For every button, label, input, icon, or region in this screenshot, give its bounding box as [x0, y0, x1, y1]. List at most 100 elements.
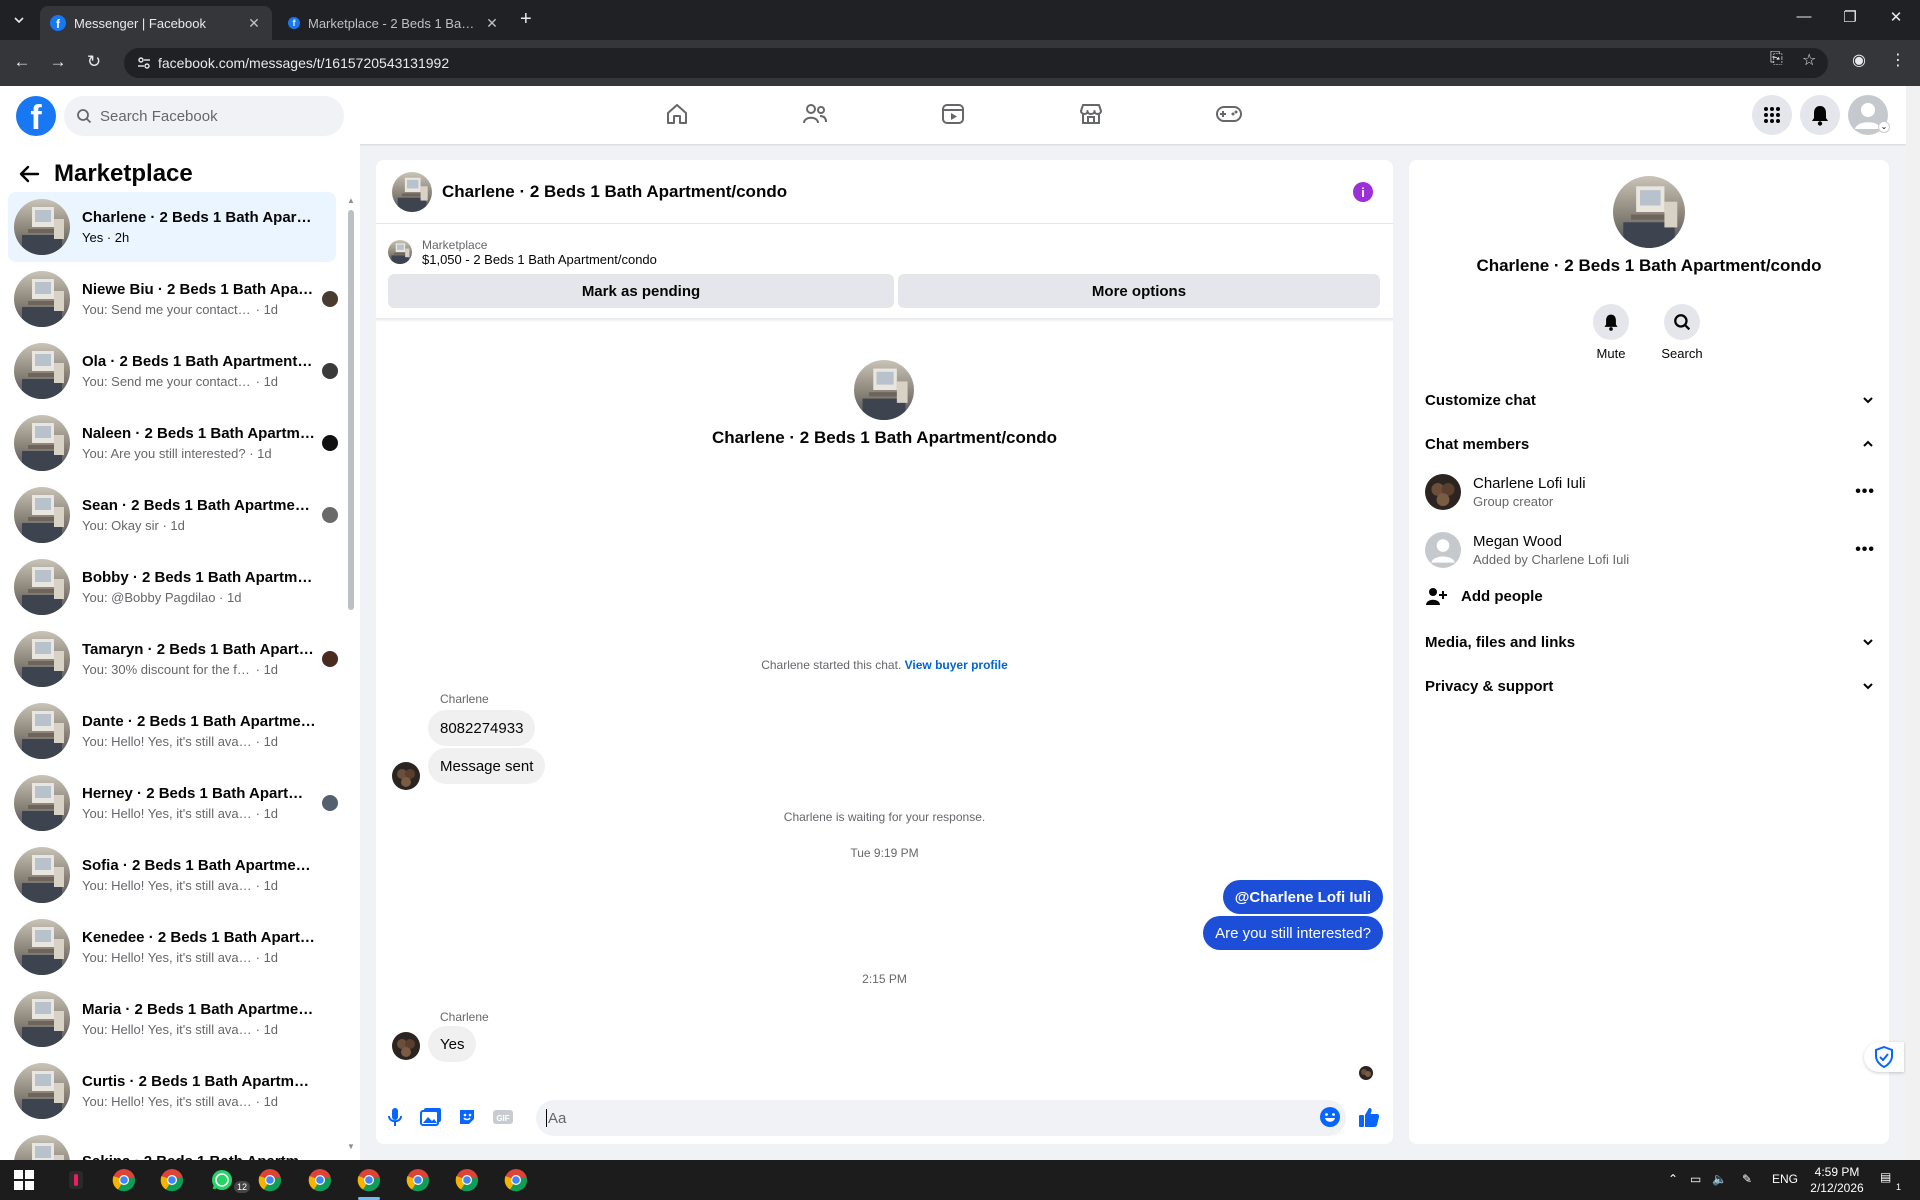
chat-member-row[interactable]: Megan Wood Added by Charlene Lofi Iuli •… [1425, 526, 1875, 574]
conversation-item[interactable]: Dante · 2 Beds 1 Bath Apartment/condo You… [8, 696, 336, 766]
add-people-button[interactable]: Add people [1425, 586, 1543, 606]
more-options-button[interactable]: More options [898, 274, 1380, 308]
message-input[interactable]: Aa [536, 1100, 1346, 1136]
more-dots-icon[interactable]: ••• [1855, 541, 1875, 559]
like-button[interactable] [1358, 1106, 1380, 1128]
mark-as-pending-button[interactable]: Mark as pending [388, 274, 894, 308]
pen-icon[interactable]: ✎ [1742, 1172, 1752, 1186]
conversation-avatar [14, 1135, 70, 1160]
view-buyer-profile-link[interactable]: View buyer profile [905, 658, 1008, 672]
new-tab-button[interactable]: + [520, 9, 532, 29]
conversation-item[interactable]: Bobby · 2 Beds 1 Bath Apartment/condo You… [8, 552, 336, 622]
conversation-item[interactable]: Tamaryn · 2 Beds 1 Bath Apartment/condo Y… [8, 624, 338, 694]
media-files-links-section[interactable]: Media, files and links [1425, 626, 1875, 658]
privacy-shield-button[interactable] [1864, 1042, 1904, 1072]
privacy-support-section[interactable]: Privacy & support [1425, 670, 1875, 702]
chrome-icon[interactable] [112, 1168, 136, 1192]
forward-arrow-icon[interactable]: → [47, 52, 69, 72]
attach-photo-button[interactable] [420, 1106, 442, 1128]
close-tab-icon[interactable]: ✕ [246, 15, 262, 32]
charlene-avatar[interactable] [392, 762, 420, 790]
incoming-message[interactable]: Message sent [428, 748, 546, 784]
chat-member-row[interactable]: Charlene Lofi Iuli Group creator ••• [1425, 468, 1875, 516]
chrome-icon[interactable] [357, 1168, 381, 1192]
conversation-item[interactable]: Sean · 2 Beds 1 Bath Apartment/condo You:… [8, 480, 338, 550]
tab-search-button[interactable] [6, 7, 32, 33]
taskbar-clock[interactable]: 4:59 PM 2/12/2026 [1802, 1164, 1872, 1196]
conversation-item[interactable]: Sakina · 2 Beds 1 Bath Apartment/condo [8, 1128, 336, 1160]
profile-icon[interactable]: ◉ [1852, 50, 1866, 70]
mute-button[interactable]: Mute [1576, 304, 1646, 361]
conversation-item[interactable]: Charlene · 2 Beds 1 Bath Apartment/condo… [8, 192, 336, 262]
restore-icon[interactable]: ❐ [1838, 8, 1862, 26]
search-in-chat-button[interactable]: Search [1647, 304, 1717, 361]
chat-members-section[interactable]: Chat members [1425, 428, 1875, 460]
conversation-item[interactable]: Herney · 2 Beds 1 Bath Apartment/condo Yo… [8, 768, 338, 838]
language-indicator[interactable]: ENG [1772, 1172, 1798, 1186]
chrome-icon[interactable] [308, 1168, 332, 1192]
sidebar-scrollbar[interactable] [348, 210, 354, 610]
minimize-icon[interactable]: — [1792, 8, 1816, 25]
menu-button[interactable] [1752, 95, 1792, 135]
video-nav-button[interactable] [938, 99, 968, 129]
site-settings-icon[interactable] [136, 55, 152, 71]
conversation-item[interactable]: Niewe Biu · 2 Beds 1 Bath Apartment/cond… [8, 264, 338, 334]
conversation-item[interactable]: Naleen · 2 Beds 1 Bath Apartment/condo Yo… [8, 408, 338, 478]
back-arrow-icon[interactable]: ← [11, 52, 33, 72]
marketplace-nav-button[interactable] [1076, 99, 1106, 129]
notifications-button[interactable] [1800, 95, 1840, 135]
account-chevron-icon[interactable]: ⌄ [1878, 121, 1890, 133]
conversation-item[interactable]: Sofia · 2 Beds 1 Bath Apartment/condo You… [8, 840, 336, 910]
volume-icon[interactable]: 🔈 [1712, 1172, 1727, 1186]
back-arrow-icon[interactable] [18, 163, 40, 185]
notification-center-icon[interactable]: ▤ [1880, 1170, 1891, 1184]
address-bar[interactable]: facebook.com/messages/t/1615720543131992 [124, 48, 1828, 78]
pinned-app-icon[interactable] [64, 1168, 88, 1192]
windows-start-icon[interactable] [12, 1168, 36, 1192]
scroll-up-arrow-icon[interactable]: ▲ [347, 196, 355, 205]
incoming-message[interactable]: 8082274933 [428, 710, 536, 746]
sticker-button[interactable] [456, 1106, 478, 1128]
chrome-icon[interactable] [258, 1168, 282, 1192]
chrome-icon[interactable] [455, 1168, 479, 1192]
menu-dots-icon[interactable]: ⋮ [1890, 50, 1906, 70]
chat-avatar[interactable] [392, 171, 432, 212]
tray-expand-icon[interactable]: ⌃ [1668, 1172, 1678, 1186]
install-app-icon[interactable]: ⎘ [1770, 50, 1783, 68]
chrome-icon[interactable] [160, 1168, 184, 1192]
friends-nav-button[interactable] [800, 99, 830, 129]
outgoing-message[interactable]: @Charlene Lofi Iuli [1222, 880, 1383, 914]
page-scrollbar[interactable] [1906, 86, 1920, 1160]
chrome-icon[interactable] [504, 1168, 528, 1192]
facebook-logo-icon[interactable]: f [16, 96, 56, 136]
browser-tab-messenger[interactable]: f Messenger | Facebook ✕ [40, 6, 272, 40]
conversation-item[interactable]: Curtis · 2 Beds 1 Bath Apartment/condo Yo… [8, 1056, 336, 1126]
close-tab-icon[interactable]: ✕ [484, 15, 500, 32]
reload-icon[interactable]: ↻ [83, 52, 105, 72]
voice-clip-button[interactable] [384, 1106, 406, 1128]
gif-button[interactable]: GIF [492, 1106, 514, 1128]
search-facebook-input[interactable]: Search Facebook [64, 96, 344, 136]
conversation-item[interactable]: Maria · 2 Beds 1 Bath Apartment/condo You… [8, 984, 336, 1054]
chat-title[interactable]: Charlene · 2 Beds 1 Bath Apartment/condo [442, 182, 787, 202]
emoji-button[interactable] [1319, 1106, 1341, 1128]
conversation-item[interactable]: Ola · 2 Beds 1 Bath Apartment/condo You: … [8, 336, 338, 406]
listing-summary[interactable]: Marketplace $1,050 - 2 Beds 1 Bath Apart… [388, 232, 1378, 272]
conversation-item[interactable]: Kenedee · 2 Beds 1 Bath Apartment/condo Y… [8, 912, 336, 982]
network-icon[interactable]: ▭ [1690, 1172, 1701, 1186]
bookmark-star-icon[interactable]: ☆ [1802, 50, 1816, 70]
whatsapp-icon[interactable] [210, 1168, 234, 1192]
conversation-avatar [14, 199, 70, 255]
close-window-icon[interactable]: ✕ [1884, 8, 1908, 26]
chrome-icon[interactable] [406, 1168, 430, 1192]
browser-tab-marketplace[interactable]: f Marketplace - 2 Beds 1 Bath Ap ✕ [278, 6, 510, 40]
more-dots-icon[interactable]: ••• [1855, 483, 1875, 501]
customize-chat-section[interactable]: Customize chat [1425, 384, 1875, 416]
outgoing-message[interactable]: Are you still interested? [1203, 916, 1383, 950]
home-nav-button[interactable] [662, 99, 692, 129]
info-icon[interactable]: i [1353, 182, 1373, 202]
charlene-avatar[interactable] [392, 1032, 420, 1060]
scroll-down-arrow-icon[interactable]: ▼ [347, 1142, 355, 1151]
incoming-message[interactable]: Yes [428, 1026, 477, 1062]
gaming-nav-button[interactable] [1214, 99, 1244, 129]
